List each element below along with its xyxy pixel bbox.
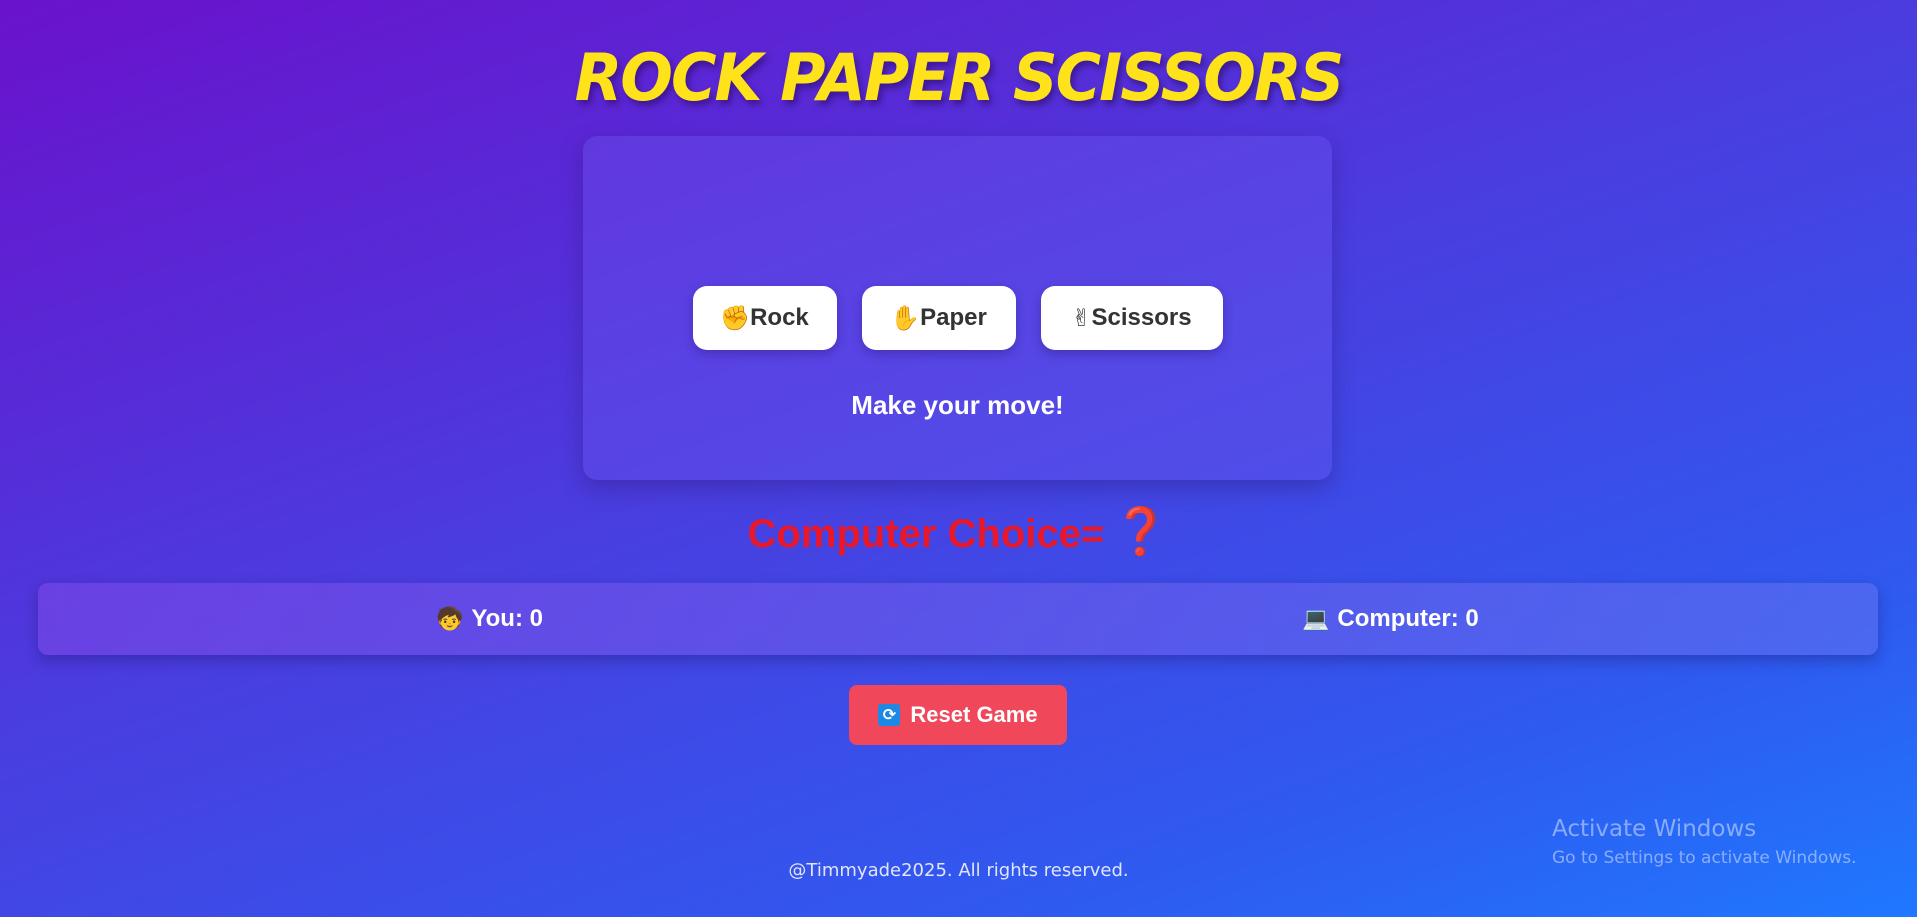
- refresh-icon: ⟳: [878, 704, 901, 726]
- game-title: Rock Paper Scissors: [574, 39, 1345, 116]
- status-message: Make your move!: [851, 390, 1064, 420]
- player-score-label: You: 0: [471, 605, 543, 632]
- raised-hand-icon: ✋: [890, 304, 921, 332]
- choice-buttons: ✊ Rock ✋ Paper ✌ Scissors: [583, 286, 1332, 350]
- reset-game-label: Reset Game: [910, 702, 1038, 727]
- player-score: 🧒 You: 0: [436, 583, 543, 655]
- question-mark-icon: ❓: [1111, 503, 1170, 559]
- computer-score-label: Computer: 0: [1337, 605, 1479, 632]
- computer-choice-display: Computer Choice= ❓: [0, 503, 1917, 559]
- paper-label: Paper: [920, 304, 987, 331]
- computer-choice-label: Computer Choice=: [747, 512, 1105, 556]
- game-panel: ✊ Rock ✋ Paper ✌ Scissors Make your move…: [583, 136, 1332, 480]
- scoreboard: 🧒 You: 0 💻 Computer: 0: [38, 583, 1878, 655]
- watermark-title: Activate Windows: [1552, 816, 1757, 842]
- rock-button[interactable]: ✊ Rock: [692, 286, 837, 350]
- scissors-label: Scissors: [1091, 304, 1192, 331]
- fist-icon: ✊: [720, 304, 751, 332]
- watermark-subtitle: Go to Settings to activate Windows.: [1552, 848, 1857, 868]
- victory-hand-icon: ✌: [1071, 304, 1092, 332]
- reset-game-button[interactable]: ⟳ Reset Game: [849, 685, 1067, 745]
- paper-button[interactable]: ✋ Paper: [861, 286, 1016, 350]
- scissors-button[interactable]: ✌ Scissors: [1040, 286, 1223, 350]
- laptop-icon: 💻: [1302, 607, 1330, 632]
- activate-windows-watermark: Activate Windows Go to Settings to activ…: [1552, 816, 1857, 868]
- computer-score: 💻 Computer: 0: [1302, 583, 1479, 655]
- child-face-icon: 🧒: [436, 607, 464, 632]
- rock-label: Rock: [750, 304, 809, 331]
